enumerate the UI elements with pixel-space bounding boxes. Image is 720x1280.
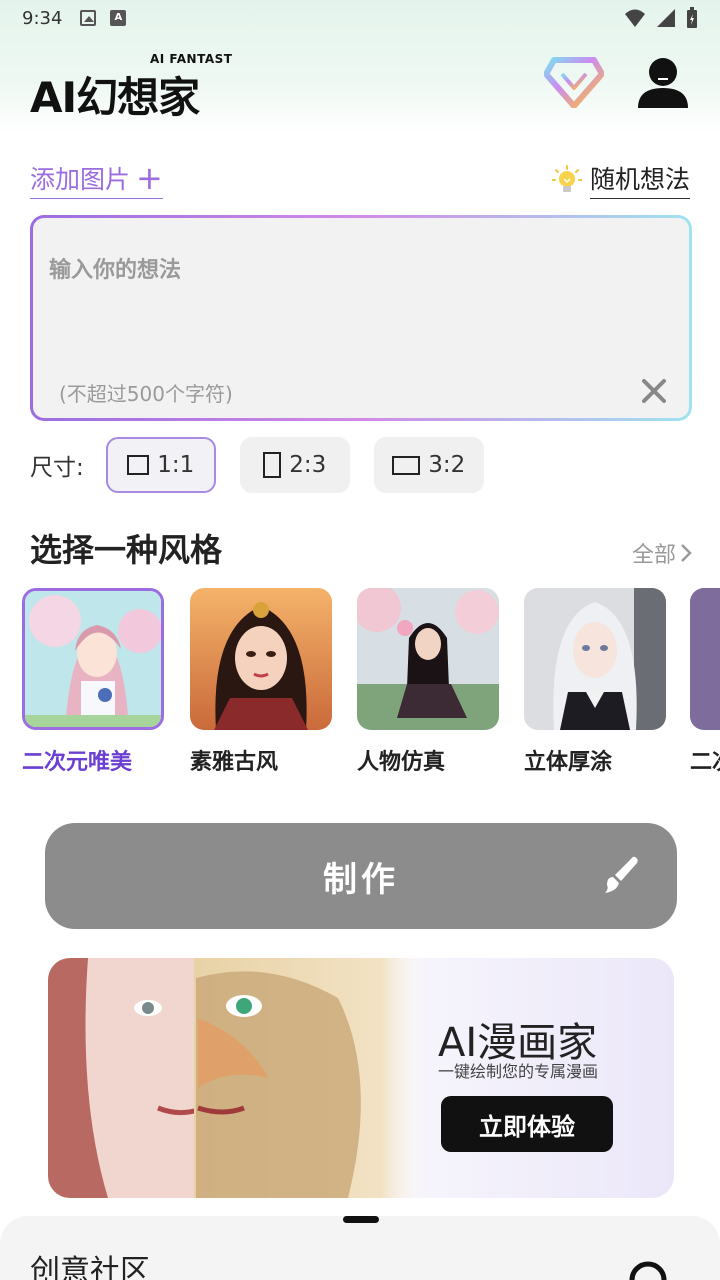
banner-artwork (48, 958, 428, 1198)
style-card-3d-paint[interactable]: 立体厚涂 (524, 588, 668, 776)
style-thumbnail (190, 588, 332, 730)
style-thumbnail (524, 588, 666, 730)
drag-handle[interactable] (343, 1216, 379, 1223)
signal-icon (657, 9, 675, 27)
style-name: 立体厚涂 (524, 750, 613, 775)
size-option-label: 1:1 (157, 452, 195, 478)
prompt-input[interactable]: 输入你的想法 (不超过500个字符) (33, 218, 689, 418)
landscape-ratio-icon (392, 455, 421, 475)
status-bar: 9:34 A (0, 0, 720, 36)
chevron-right-icon (681, 544, 692, 562)
style-card-realistic[interactable]: 人物仿真 (357, 588, 501, 776)
size-option-3-2[interactable]: 3:2 (373, 437, 484, 493)
random-idea-button[interactable]: 随机想法 (551, 160, 690, 199)
view-all-label: 全部 (631, 543, 676, 568)
user-profile-icon[interactable] (636, 56, 690, 110)
character-limit-hint: (不超过500个字符) (59, 382, 233, 406)
add-image-button[interactable]: 添加图片 + (30, 160, 163, 199)
size-label: 尺寸: (30, 455, 84, 481)
paintbrush-icon (605, 856, 638, 893)
square-ratio-icon (127, 455, 150, 475)
status-right-icons (624, 7, 698, 29)
ai-comic-banner[interactable]: AI漫画家 一键绘制您的专属漫画 立即体验 (48, 958, 674, 1198)
size-option-label: 3:2 (428, 452, 466, 478)
size-option-2-3[interactable]: 2:3 (239, 437, 350, 493)
size-selector: 尺寸: 1:1 2:3 3:2 (30, 437, 508, 493)
style-section-title: 选择一种风格 (30, 531, 223, 569)
battery-icon (687, 7, 697, 28)
style-card-ancient[interactable]: 素雅古风 (190, 588, 334, 776)
plus-icon: + (136, 159, 163, 197)
make-button[interactable]: 制作 (45, 823, 677, 929)
logo-title: AI幻想家 (30, 73, 200, 122)
prompt-placeholder: 输入你的想法 (49, 258, 182, 283)
style-name: 二次 (690, 750, 720, 775)
size-option-1-1[interactable]: 1:1 (105, 437, 216, 493)
community-sheet[interactable]: 创意社区 (0, 1216, 720, 1280)
view-all-styles-link[interactable]: 全部 (632, 537, 692, 569)
style-name: 素雅古风 (190, 750, 279, 775)
wifi-icon (625, 9, 645, 27)
style-name: 人物仿真 (357, 750, 446, 775)
size-option-label: 2:3 (289, 452, 327, 478)
style-carousel: 二次元唯美 素雅古风 人物仿真 立体厚涂 二 (22, 588, 720, 778)
style-card-anime[interactable]: 二次元唯美 (22, 588, 166, 776)
style-name: 二次元唯美 (22, 750, 133, 775)
try-now-button[interactable]: 立即体验 (441, 1096, 613, 1152)
lightbulb-icon (551, 164, 582, 192)
make-button-label: 制作 (323, 859, 399, 900)
clear-icon[interactable] (641, 378, 667, 404)
style-thumbnail (690, 588, 720, 730)
portrait-ratio-icon (263, 452, 282, 478)
search-icon[interactable] (628, 1260, 672, 1280)
banner-subtitle: 一键绘制您的专属漫画 (438, 1062, 599, 1081)
prompt-input-frame[interactable]: 输入你的想法 (不超过500个字符) (30, 215, 692, 421)
vip-diamond-icon[interactable] (544, 56, 604, 108)
style-thumbnail (357, 588, 499, 730)
community-title: 创意社区 (30, 1254, 150, 1280)
status-time: 9:34 (22, 7, 63, 29)
app-notification-icon: A (110, 10, 127, 26)
gallery-notification-icon (80, 10, 97, 26)
style-card-more[interactable]: 二次 (690, 588, 720, 776)
add-image-label: 添加图片 (30, 165, 131, 194)
style-thumbnail (22, 588, 164, 730)
random-idea-label: 随机想法 (589, 160, 690, 199)
